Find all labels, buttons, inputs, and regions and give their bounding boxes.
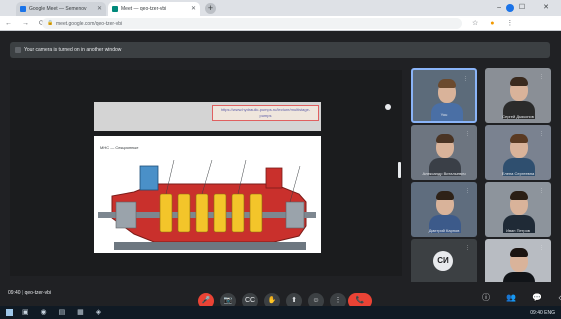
participant-tile[interactable]: ⋮ Дмитрий Карпов xyxy=(411,182,477,237)
participant-video xyxy=(501,73,537,119)
participant-name: Александр Витальевич xyxy=(422,171,466,176)
taskbar-clock: 09:40 ENG xyxy=(530,310,555,316)
slide-link[interactable]: https://www.hydraulic-pumps.ru/lecture/m… xyxy=(212,105,319,121)
participant-name: You xyxy=(440,112,448,117)
side-panel-buttons[interactable]: ⓘ 👥 💬 ◇ xyxy=(482,292,561,303)
participant-video xyxy=(501,130,537,176)
taskbar-apps[interactable]: ▣ ◉ ▤ ▦ ◈ xyxy=(22,308,106,316)
slide-heading: МНС — Секционные xyxy=(100,145,139,150)
more-options-icon[interactable]: ⋮ xyxy=(539,74,544,80)
close-tab-icon[interactable]: ✕ xyxy=(97,5,102,12)
browser-tab-bar: Google Meet — Semenov ✕ Meet — qeo-tzer-… xyxy=(0,0,561,16)
banner-text: Your camera is turned on in another wind… xyxy=(24,47,122,53)
participant-name: Дмитрий Карпов xyxy=(428,228,460,233)
meet-favicon-icon xyxy=(20,6,26,12)
browser-toolbar: ← → ⟳ 🔒 meet.google.com/qeo-tzer-vbi ☆ ●… xyxy=(0,16,561,31)
participant-name: Иван Петров xyxy=(506,228,530,233)
participant-avatar: СИ xyxy=(433,251,453,271)
star-icon[interactable]: ☆ xyxy=(472,20,483,27)
meeting-control-bar xyxy=(0,282,561,306)
more-options-icon[interactable]: ⋮ xyxy=(463,76,468,82)
close-tab-icon[interactable]: ✕ xyxy=(191,5,196,12)
pin-icon[interactable] xyxy=(385,104,391,110)
meeting-time: 09:40 xyxy=(8,290,21,296)
window-controls[interactable]: – ☐ ✕ xyxy=(497,3,557,11)
address-bar[interactable]: 🔒 meet.google.com/qeo-tzer-vbi xyxy=(42,18,462,29)
more-options-icon[interactable]: ⋮ xyxy=(465,245,470,251)
meeting-details[interactable]: 09:40 | qeo-tzer-vbi xyxy=(8,290,51,296)
camera-icon xyxy=(15,47,21,53)
participant-tile[interactable]: ⋮ You xyxy=(411,68,477,123)
extension-icons[interactable]: ☆ ● ⋮ xyxy=(472,19,518,27)
browser-tab-active[interactable]: Meet — qeo-tzer-vbi ✕ xyxy=(108,2,200,16)
lock-icon: 🔒 xyxy=(47,20,54,26)
more-options-icon[interactable]: ⋮ xyxy=(465,131,470,137)
pump-diagram xyxy=(94,156,321,253)
meeting-code: qeo-tzer-vbi xyxy=(24,290,52,296)
windows-start-icon[interactable] xyxy=(6,309,13,316)
participant-name: Елена Сергеевна xyxy=(501,171,535,176)
extension-icon[interactable]: ● xyxy=(490,20,499,27)
url-text: meet.google.com/qeo-tzer-vbi xyxy=(56,21,123,27)
stage-scroll-handle[interactable] xyxy=(398,162,401,178)
new-tab-button[interactable]: + xyxy=(205,3,216,14)
meet-favicon-icon xyxy=(112,6,118,12)
menu-icon[interactable]: ⋮ xyxy=(506,20,518,27)
participant-video xyxy=(427,187,463,233)
browser-tab[interactable]: Google Meet — Semenov ✕ xyxy=(16,2,106,16)
os-taskbar: ▣ ◉ ▤ ▦ ◈ 09:40 ENG xyxy=(0,306,561,319)
notification-banner: Your camera is turned on in another wind… xyxy=(10,42,550,58)
participant-video xyxy=(427,130,463,176)
participant-tile[interactable]: ⋮ Иван Петров xyxy=(485,182,551,237)
tab-label: Meet — qeo-tzer-vbi xyxy=(121,6,167,12)
more-options-icon[interactable]: ⋮ xyxy=(539,245,544,251)
participant-tile[interactable]: ⋮ Александр Витальевич xyxy=(411,125,477,180)
more-options-icon[interactable]: ⋮ xyxy=(539,188,544,194)
tab-label: Google Meet — Semenov xyxy=(29,6,87,12)
more-options-icon[interactable]: ⋮ xyxy=(465,188,470,194)
participant-name: Сергей Дьяконов xyxy=(502,114,534,119)
participant-video xyxy=(501,187,537,233)
participant-tile[interactable]: ⋮ Сергей Дьяконов xyxy=(485,68,551,123)
more-options-icon[interactable]: ⋮ xyxy=(539,131,544,137)
participant-tile[interactable]: ⋮ Елена Сергеевна xyxy=(485,125,551,180)
